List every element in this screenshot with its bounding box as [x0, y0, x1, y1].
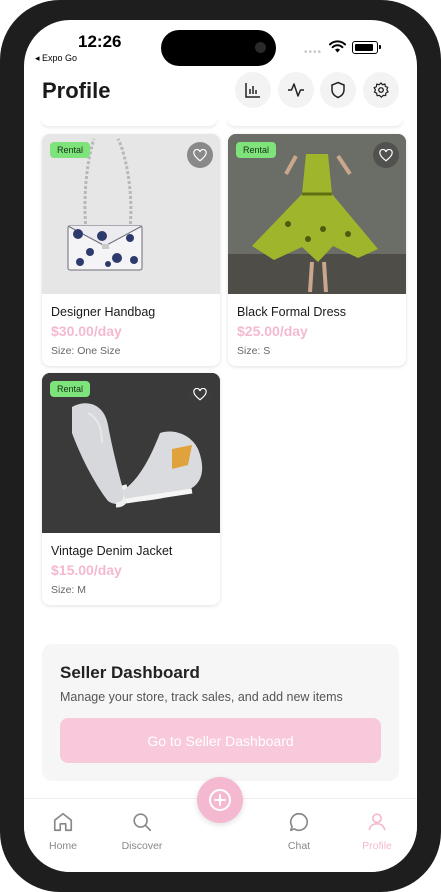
product-image: Rental [228, 134, 406, 294]
back-to-expo-go[interactable]: ◂ Expo Go [35, 53, 77, 64]
heart-icon [193, 387, 207, 400]
power-button [437, 260, 441, 356]
rental-badge: Rental [50, 142, 91, 158]
tab-discover[interactable]: Discover [112, 811, 172, 852]
activity-icon [288, 83, 304, 97]
product-name: Vintage Denim Jacket [51, 544, 173, 558]
favorite-button[interactable] [187, 381, 213, 407]
product-price: $15.00/day [51, 562, 122, 578]
volume-down-button [0, 298, 4, 358]
security-button[interactable] [320, 72, 356, 108]
tab-chat-label: Chat [287, 840, 311, 852]
product-card[interactable]: Rental Vintage Denim Jacket $15.00/day S… [42, 373, 220, 605]
tab-home-label: Home [48, 840, 77, 852]
search-icon [133, 813, 152, 832]
profile-content[interactable]: Rental Designer Handbag $30.00/day Size:… [24, 118, 417, 798]
screen: 12:26 ◂ Expo Go •••• Profile Rental Desi… [24, 20, 417, 872]
product-image: Rental [42, 373, 220, 533]
analytics-button[interactable] [235, 72, 271, 108]
product-card[interactable]: Rental Black Formal Dress $25.00/day Siz… [228, 134, 406, 366]
product-name: Designer Handbag [51, 305, 156, 319]
rental-badge: Rental [236, 142, 277, 158]
battery-nub [379, 45, 381, 49]
tab-profile-label: Profile [362, 840, 392, 852]
favorite-button[interactable] [187, 142, 213, 168]
mute-switch [0, 158, 4, 190]
tab-profile[interactable]: Profile [347, 811, 407, 852]
product-size: Size: One Size [51, 345, 121, 357]
seller-dashboard-description: Manage your store, track sales, and add … [60, 690, 343, 704]
product-size: Size: M [51, 584, 87, 596]
clock: 12:26 [78, 32, 122, 51]
add-item-button[interactable] [197, 777, 243, 823]
activity-button[interactable] [278, 72, 314, 108]
product-image: Rental [42, 134, 220, 294]
dynamic-island [161, 30, 276, 66]
favorite-button[interactable] [373, 142, 399, 168]
tab-chat[interactable]: Chat [269, 811, 329, 852]
chat-icon [289, 812, 308, 832]
rental-badge: Rental [50, 381, 91, 397]
signal-icon: •••• [304, 47, 323, 58]
seller-dashboard-card: Seller Dashboard Manage your store, trac… [42, 644, 399, 781]
status-bar: 12:26 ◂ Expo Go •••• [24, 20, 417, 74]
settings-button[interactable] [363, 72, 399, 108]
volume-up-button [0, 218, 4, 278]
previous-card-edge [41, 118, 217, 126]
product-name: Black Formal Dress [237, 305, 347, 319]
user-icon [368, 813, 386, 831]
page-title: Profile [42, 78, 111, 103]
tab-discover-label: Discover [121, 840, 163, 852]
shield-icon [331, 81, 345, 99]
product-price: $30.00/day [51, 323, 122, 339]
battery-icon [352, 41, 378, 54]
go-to-seller-dashboard-button[interactable]: Go to Seller Dashboard [60, 718, 381, 763]
bar-chart-icon [245, 83, 260, 98]
tab-home[interactable]: Home [33, 811, 93, 852]
tab-bar: Home Discover Chat Profile [24, 777, 417, 872]
home-icon [53, 812, 73, 832]
product-price: $25.00/day [237, 323, 308, 339]
heart-icon [193, 148, 207, 161]
camera-icon [255, 42, 266, 53]
previous-card-edge [227, 118, 403, 126]
product-size: Size: S [237, 345, 271, 357]
wifi-icon [329, 40, 346, 53]
plus-circle-icon [209, 789, 231, 811]
gear-icon [373, 82, 389, 98]
header: Profile [24, 72, 417, 118]
heart-icon [379, 148, 393, 161]
product-card[interactable]: Rental Designer Handbag $30.00/day Size:… [42, 134, 220, 366]
seller-dashboard-title: Seller Dashboard [60, 663, 200, 682]
